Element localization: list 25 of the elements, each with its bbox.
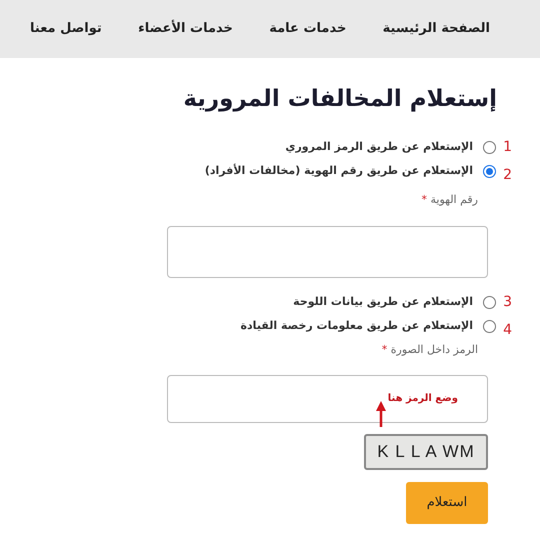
annotation-arrow <box>376 400 386 427</box>
radio-button[interactable] <box>483 141 496 154</box>
field-label: الرمز داخل الصورة * <box>380 342 478 358</box>
radio-label: الإستعلام عن طريق معلومات رخصة القيادة <box>240 318 473 334</box>
captcha-input-field[interactable] <box>167 374 488 423</box>
radio-label: الإستعلام عن طريق الرمز المروري <box>285 139 473 156</box>
annotation-text: وضع الرمز هنا <box>388 392 458 406</box>
radio-label: الإستعلام عن طريق بيانات اللوحة <box>293 294 473 310</box>
annotation-number: 2 <box>502 166 512 186</box>
radio-button[interactable] <box>483 296 496 309</box>
radio-label: الإستعلام عن طريق رقم الهوية (مخالفات الأفراد) <box>204 163 473 180</box>
annotation-number: 4 <box>502 320 512 340</box>
submit-button[interactable]: استعلام <box>406 482 488 524</box>
nav-link[interactable]: خدمات عامة <box>269 19 346 39</box>
id-number-field[interactable] <box>167 226 488 278</box>
captcha-text: K L L A WM <box>377 440 475 463</box>
radio-button[interactable] <box>483 320 496 333</box>
field-label: رقم الهوية * <box>420 192 478 208</box>
annotation-number: 3 <box>502 292 512 312</box>
nav-link[interactable]: تواصل معنا <box>30 19 102 39</box>
page-title: إستعلام المخالفات المرورية <box>182 86 497 114</box>
nav-link[interactable]: الصفحة الرئيسية <box>382 19 490 39</box>
annotation-number: 1 <box>502 138 512 158</box>
nav-link[interactable]: خدمات الأعضاء <box>138 19 233 39</box>
radio-button[interactable] <box>483 165 496 178</box>
